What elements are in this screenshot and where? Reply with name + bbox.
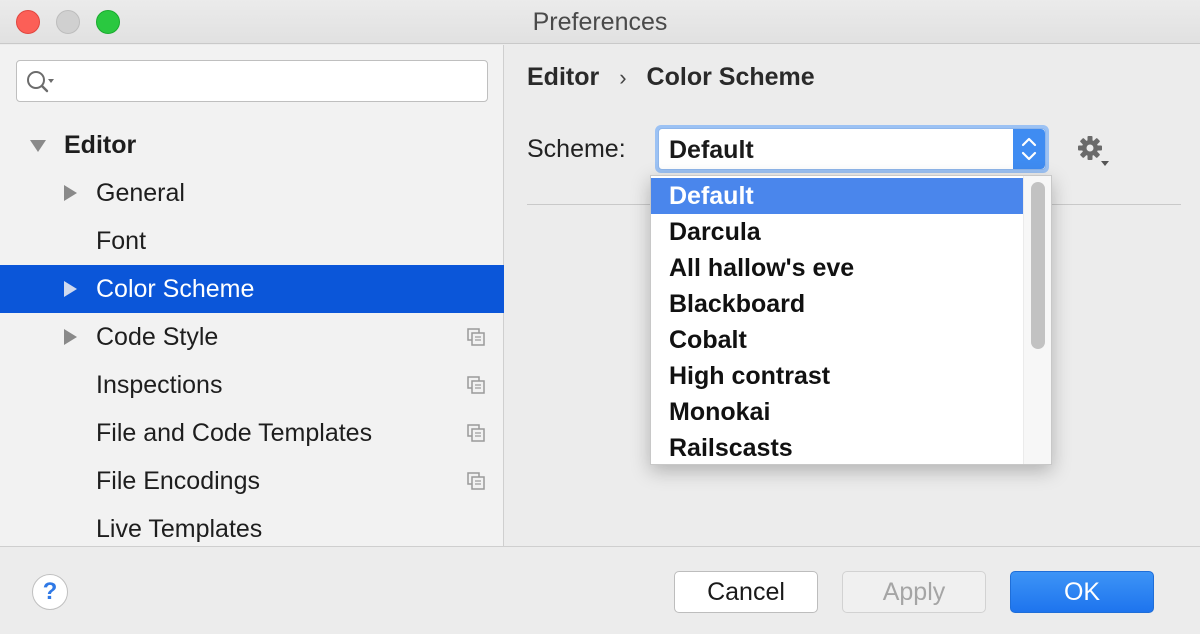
gear-icon[interactable] xyxy=(1075,133,1111,169)
breadcrumb: Editor › Color Scheme xyxy=(527,63,815,92)
tree-item-label: Color Scheme xyxy=(96,274,255,303)
collapsed-arrow-icon[interactable] xyxy=(60,279,80,299)
tree-item-font[interactable]: Font xyxy=(0,217,504,265)
tree-item-color-scheme[interactable]: Color Scheme xyxy=(0,265,504,313)
tree-item-code-style[interactable]: Code Style xyxy=(0,313,504,361)
tree-item-editor[interactable]: Editor xyxy=(0,121,504,169)
tree-item-label: File Encodings xyxy=(96,466,260,495)
tree-item-label: General xyxy=(96,178,185,207)
scheme-select-field[interactable]: Default xyxy=(658,128,1046,170)
dropdown-scrollbar-thumb[interactable] xyxy=(1031,182,1045,349)
search-input[interactable] xyxy=(16,60,488,102)
tree-item-label: Live Templates xyxy=(96,514,263,543)
tree-item-label: Code Style xyxy=(96,322,219,351)
dropdown-option-blackboard[interactable]: Blackboard xyxy=(651,286,1023,322)
search-icon[interactable] xyxy=(25,69,55,95)
dropdown-option-railscasts[interactable]: Railscasts xyxy=(651,430,1023,464)
ok-button[interactable]: OK xyxy=(1010,571,1154,613)
tree-item-file-encodings[interactable]: File Encodings xyxy=(0,457,504,505)
breadcrumb-parent[interactable]: Editor xyxy=(527,63,599,92)
apply-button[interactable]: Apply xyxy=(842,571,986,613)
dialog-footer: ? Cancel Apply OK xyxy=(0,546,1200,634)
scheme-select-value: Default xyxy=(669,136,754,164)
collapsed-arrow-icon[interactable] xyxy=(60,327,80,347)
project-settings-icon xyxy=(467,424,485,442)
project-settings-icon xyxy=(467,328,485,346)
settings-sidebar: Editor General Font Color Scheme Code St… xyxy=(0,45,504,546)
select-stepper[interactable] xyxy=(1013,129,1045,169)
tree-item-general[interactable]: General xyxy=(0,169,504,217)
preferences-window: Preferences Editor General Font Color Sc… xyxy=(0,0,1200,634)
scheme-label: Scheme: xyxy=(527,135,626,163)
window-title: Preferences xyxy=(532,8,668,36)
cancel-button[interactable]: Cancel xyxy=(674,571,818,613)
tree-item-label: Font xyxy=(96,226,147,255)
dropdown-scrollbar[interactable] xyxy=(1023,176,1051,464)
tree-item-file-and-code-templates[interactable]: File and Code Templates xyxy=(0,409,504,457)
tree-item-label: File and Code Templates xyxy=(96,418,373,447)
help-button[interactable]: ? xyxy=(32,574,68,610)
tree-item-inspections[interactable]: Inspections xyxy=(0,361,504,409)
tree-item-label: Inspections xyxy=(96,370,223,399)
dropdown-option-cobalt[interactable]: Cobalt xyxy=(651,322,1023,358)
tree-item-label: Editor xyxy=(64,130,137,159)
title-bar: Preferences xyxy=(0,0,1200,44)
dropdown-option-default[interactable]: Default xyxy=(651,178,1023,214)
dropdown-option-monokai[interactable]: Monokai xyxy=(651,394,1023,430)
up-down-chevron-icon xyxy=(1021,137,1037,161)
scheme-select[interactable]: Default xyxy=(655,125,1049,173)
breadcrumb-separator: › xyxy=(619,64,627,90)
dropdown-option-high-contrast[interactable]: High contrast xyxy=(651,358,1023,394)
scheme-dropdown-list[interactable]: Default Darcula All hallow's eve Blackbo… xyxy=(650,175,1052,465)
expanded-arrow-icon[interactable] xyxy=(28,135,48,155)
breadcrumb-current: Color Scheme xyxy=(646,63,815,91)
collapsed-arrow-icon[interactable] xyxy=(60,183,80,203)
dropdown-option-darcula[interactable]: Darcula xyxy=(651,214,1023,250)
dropdown-option-all-hallows-eve[interactable]: All hallow's eve xyxy=(651,250,1023,286)
project-settings-icon xyxy=(467,376,485,394)
project-settings-icon xyxy=(467,472,485,490)
